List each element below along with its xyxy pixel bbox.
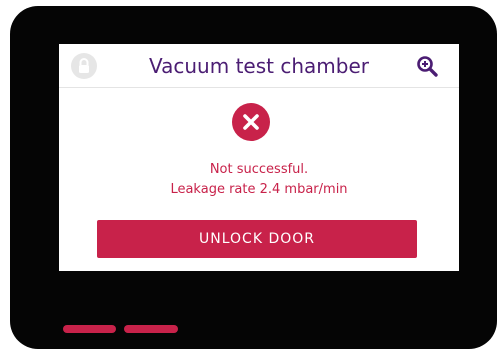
- unlock-door-button[interactable]: UNLOCK DOOR: [97, 220, 417, 258]
- error-x-icon: [232, 103, 270, 141]
- display-screen: Vacuum test chamber Not successful. Leak…: [59, 44, 459, 271]
- status-indicator-light-2: [124, 325, 178, 333]
- title-bar: Vacuum test chamber: [59, 44, 459, 88]
- zoom-in-icon[interactable]: [415, 54, 439, 78]
- page-title: Vacuum test chamber: [149, 54, 369, 78]
- lock-icon[interactable]: [71, 53, 97, 79]
- status-indicator-light-1: [63, 325, 116, 333]
- leakage-rate-text: Leakage rate 2.4 mbar/min: [170, 182, 348, 197]
- status-message: Not successful.: [209, 162, 309, 177]
